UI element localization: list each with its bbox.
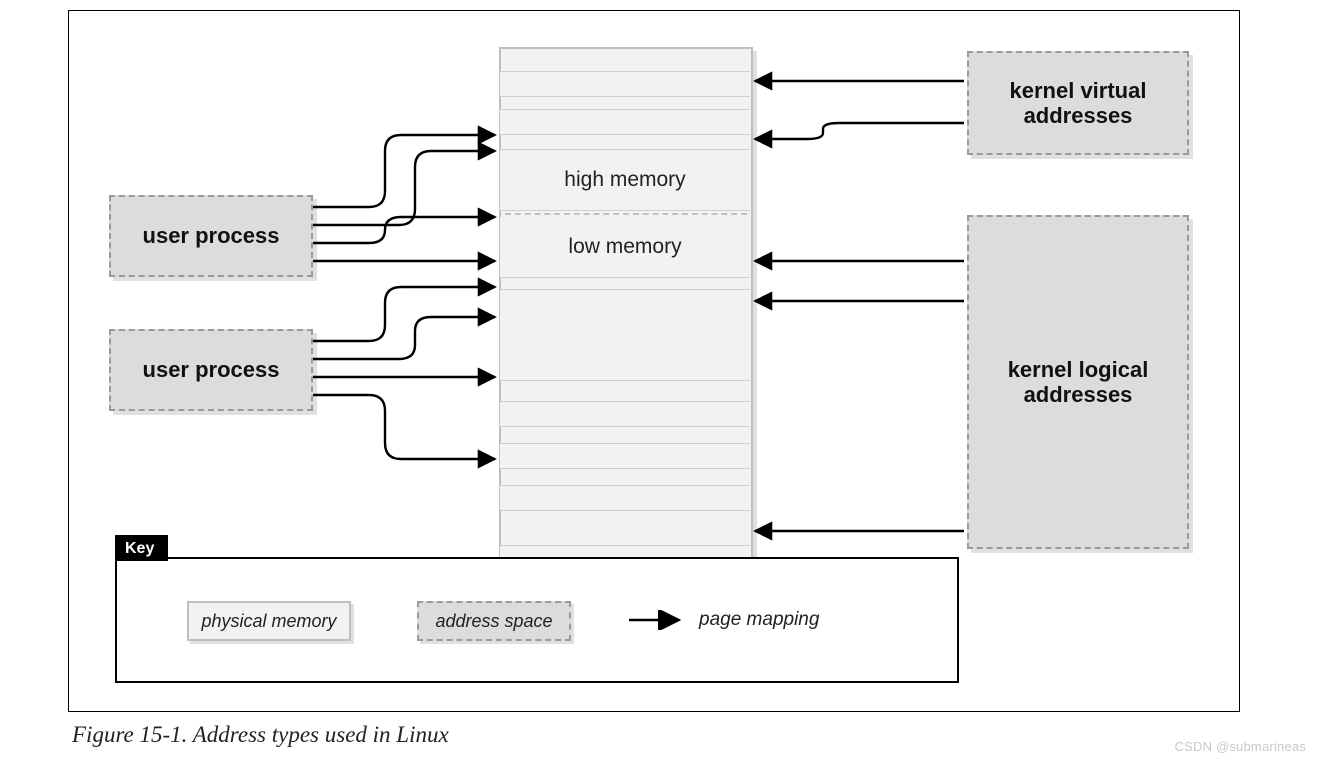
- legend-page-mapping-label: page mapping: [699, 609, 819, 631]
- key-tab: Key: [115, 535, 168, 561]
- memory-slab: [500, 443, 750, 469]
- watermark: CSDN @submarineas: [1175, 739, 1306, 754]
- kernel-logical-box: kernel logical addresses: [967, 215, 1189, 549]
- memory-slab: [500, 401, 750, 427]
- user-process-2-label: user process: [143, 357, 280, 382]
- memory-low-label: low memory: [568, 235, 681, 259]
- legend-physical-label: physical memory: [201, 611, 336, 632]
- memory-slab: [500, 485, 750, 511]
- memory-high-label: high memory: [564, 168, 685, 192]
- user-process-1-label: user process: [143, 223, 280, 248]
- user-process-box-2: user process: [109, 329, 313, 411]
- legend-page-mapping: page mapping: [627, 609, 819, 631]
- user-process-box-1: user process: [109, 195, 313, 277]
- memory-separator: [505, 213, 747, 215]
- legend-address-space: address space: [417, 601, 571, 641]
- legend-address-space-label: address space: [435, 611, 552, 632]
- memory-low-row: low memory: [500, 217, 750, 278]
- key-box: Key physical memory address space: [115, 557, 959, 683]
- kernel-virtual-label: kernel virtual addresses: [1010, 78, 1147, 129]
- memory-slab: [500, 289, 750, 381]
- legend-swatch-solid: physical memory: [187, 601, 351, 641]
- memory-high-row: high memory: [500, 149, 750, 211]
- memory-slab: [500, 71, 750, 97]
- key-tab-label: Key: [125, 540, 154, 558]
- figure-frame: user process user process kernel virtual…: [68, 10, 1240, 712]
- legend-physical-memory: physical memory: [187, 601, 351, 641]
- kernel-virtual-box: kernel virtual addresses: [967, 51, 1189, 155]
- memory-slab: [500, 109, 750, 135]
- page: user process user process kernel virtual…: [0, 0, 1324, 768]
- kernel-logical-label: kernel logical addresses: [1008, 357, 1149, 408]
- figure-caption: Figure 15-1. Address types used in Linux: [72, 722, 449, 748]
- legend-swatch-dashed: address space: [417, 601, 571, 641]
- arrow-icon: [627, 610, 685, 630]
- physical-memory-column: high memory low memory: [499, 47, 753, 591]
